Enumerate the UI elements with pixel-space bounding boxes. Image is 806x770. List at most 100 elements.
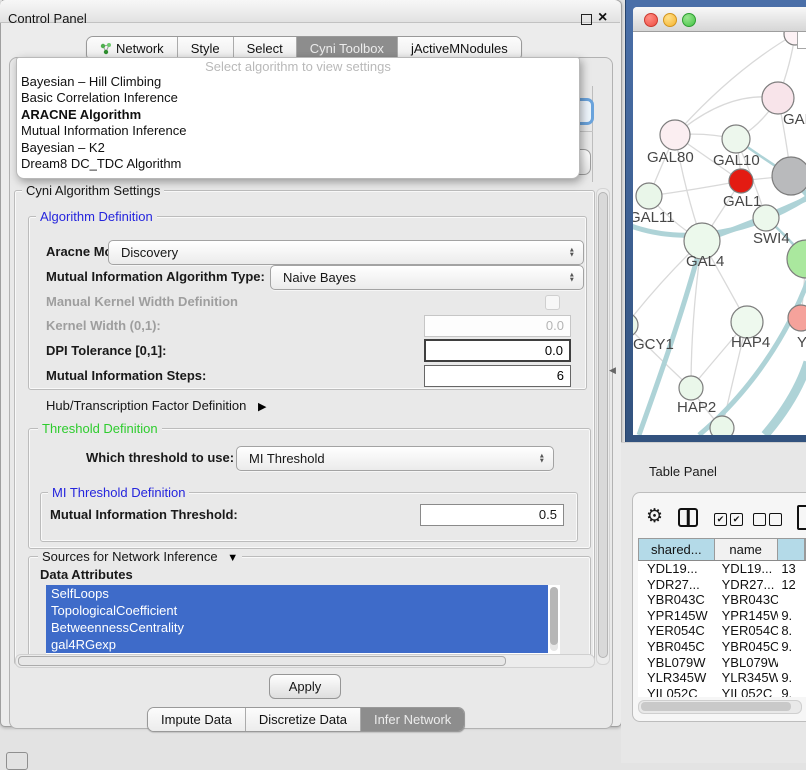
table-cell: YLR345W (715, 670, 779, 686)
combo-spinner-icon: ▲▼ (539, 453, 545, 464)
dpi-tolerance-field[interactable]: 0.0 (424, 339, 571, 362)
node-gal11-label: GAL11 (633, 209, 675, 226)
table-row[interactable]: YLR345WYLR345W9. (638, 670, 806, 686)
attribute-item-gal4rgexp[interactable]: gal4RGexp (46, 636, 548, 653)
node-salmon[interactable] (788, 305, 806, 331)
tab-impute-data[interactable]: Impute Data (148, 708, 246, 731)
scrollbar-thumb[interactable] (18, 656, 506, 666)
table-row[interactable]: YBR045CYBR045C9. (638, 639, 806, 655)
kernel-width-label: Kernel Width (0,1): (46, 315, 161, 337)
table-horizontal-scrollbar[interactable] (638, 700, 802, 714)
tab-infer-network[interactable]: Infer Network (361, 708, 464, 731)
attribute-item-topologicalcoefficient[interactable]: TopologicalCoefficient (46, 602, 548, 619)
column-header-shared-[interactable]: shared... (639, 539, 715, 560)
node-gal10[interactable] (722, 125, 750, 153)
scrollbar-thumb[interactable] (598, 192, 608, 658)
bottom-left-widget-fragment[interactable] (6, 752, 28, 770)
network-edge[interactable] (633, 325, 691, 388)
list-scrollbar[interactable] (550, 587, 558, 651)
algorithm-dropdown-placeholder: Select algorithm to view settings (17, 59, 579, 74)
node-bottom[interactable] (710, 416, 734, 435)
cyni-mode-tabbar: Impute DataDiscretize Data Infer Network (147, 707, 465, 732)
column-header-name[interactable]: name (715, 539, 778, 560)
scrollbar-thumb[interactable] (550, 587, 558, 645)
hub-definition-toggle[interactable]: Hub/Transcription Factor Definition ▶ (46, 396, 266, 417)
data-attributes-label: Data Attributes (40, 566, 133, 584)
column-header-2[interactable] (778, 539, 805, 560)
attribute-item-selfloops[interactable]: SelfLoops (46, 585, 548, 602)
attribute-item-betweennesscentrality[interactable]: BetweennessCentrality (46, 619, 548, 636)
network-edge[interactable] (765, 362, 806, 435)
table-row[interactable]: YBL079WYBL079W (638, 655, 806, 671)
node-gcy1[interactable] (633, 313, 638, 337)
node-gal11[interactable] (636, 183, 662, 209)
deselect-all-checkbox-icon[interactable] (769, 513, 782, 526)
table-row[interactable]: YPR145WYPR145W9. (638, 608, 806, 624)
table-row[interactable]: YIL052CYIL052C9. (638, 686, 806, 697)
tab-discretize-data[interactable]: Discretize Data (246, 708, 361, 731)
close-icon[interactable]: × (598, 9, 607, 27)
control-panel-titlebar[interactable] (0, 0, 620, 23)
table-cell: YBR043C (715, 592, 779, 608)
mi-steps-field[interactable]: 6 (424, 365, 571, 387)
algorithm-dropdown-popup: Select algorithm to view settings Bayesi… (16, 57, 580, 179)
table-cell: 13 (778, 561, 806, 577)
node-gal2[interactable] (762, 82, 794, 114)
algorithm-option-aracne-algorithm[interactable]: ARACNE Algorithm (17, 107, 577, 123)
network-window-titlebar[interactable] (633, 7, 806, 32)
float-window-icon[interactable] (581, 14, 592, 25)
sources-title-label: Sources for Network Inference (42, 549, 218, 564)
node-green-big[interactable] (787, 240, 806, 278)
node-attribute-table[interactable]: shared...name YDL19...YDL19...13YDR27...… (638, 538, 806, 561)
table-row[interactable]: YDL19...YDL19...13 (638, 561, 806, 577)
scrollbar-thumb[interactable] (641, 702, 791, 711)
algorithm-option-basic-correlation-inference[interactable]: Basic Correlation Inference (17, 90, 577, 106)
data-attributes-list[interactable]: SelfLoopsTopologicalCoefficientBetweenne… (46, 585, 560, 656)
table-cell: YBL079W (638, 655, 715, 671)
select-all-checkbox-icon[interactable]: ✔ (730, 513, 743, 526)
settings-vertical-scrollbar[interactable] (596, 188, 610, 665)
split-columns-icon[interactable] (678, 508, 698, 527)
algorithm-option-bayesian-k2[interactable]: Bayesian – K2 (17, 140, 577, 156)
node-gal80[interactable] (660, 120, 690, 150)
table-cell: YBR043C (638, 592, 715, 608)
document-icon[interactable] (797, 505, 806, 530)
table-row[interactable]: YBR043CYBR043C (638, 592, 806, 608)
close-traffic-light[interactable] (644, 13, 658, 27)
node-gray[interactable] (772, 157, 806, 195)
tab-infer-network-label: Infer Network (374, 708, 451, 731)
select-all-checkbox-icon[interactable]: ✔ (714, 513, 727, 526)
node-hap2[interactable] (679, 376, 703, 400)
zoom-traffic-light[interactable] (682, 13, 696, 27)
mi-type-combobox[interactable]: Naive Bayes ▲▼ (270, 265, 584, 290)
sources-group-title[interactable]: Sources for Network Inference ▼ (38, 549, 242, 564)
network-scrollbar-fragment[interactable] (797, 32, 806, 49)
apply-button[interactable]: Apply (269, 674, 341, 699)
manual-kernel-checkbox[interactable] (545, 295, 560, 310)
settings-horizontal-scrollbar[interactable] (15, 654, 595, 668)
node-gal2-label: GAL (783, 111, 806, 128)
table-row[interactable]: YER054CYER054C8. (638, 623, 806, 639)
table-body[interactable]: YDL19...YDL19...13YDR27...YDR27...12YBR0… (638, 561, 806, 697)
node-hap2-label: HAP2 (677, 399, 716, 416)
algorithm-option-bayesian-hill-climbing[interactable]: Bayesian – Hill Climbing (17, 74, 577, 90)
network-graph[interactable]: GALGAL80GAL10GAL1GAL11SWI4GAL4GCY1HAP4YH… (633, 32, 806, 435)
expanded-arrow-icon[interactable]: ▼ (227, 552, 238, 564)
minimize-traffic-light[interactable] (663, 13, 677, 27)
table-row[interactable]: YDR27...YDR27...12 (638, 577, 806, 593)
mi-threshold-field[interactable]: 0.5 (420, 504, 564, 526)
algorithm-option-mutual-information-inference[interactable]: Mutual Information Inference (17, 123, 577, 139)
node-gal1[interactable] (729, 169, 753, 193)
node-salmon-label: Y (797, 334, 806, 351)
which-threshold-value: MI Threshold (249, 451, 325, 466)
collapsed-arrow-icon[interactable]: ▶ (258, 401, 266, 413)
panel-splitter-arrow[interactable]: ◀ (609, 365, 616, 376)
gear-icon[interactable]: ⚙ (646, 505, 663, 528)
algorithm-option-dream8-dc-tdc-algorithm[interactable]: Dream8 DC_TDC Algorithm (17, 156, 577, 172)
aracne-mode-combobox[interactable]: Discovery ▲▼ (108, 240, 584, 265)
kernel-width-field[interactable]: 0.0 (424, 315, 571, 337)
deselect-all-checkbox-icon[interactable] (753, 513, 766, 526)
which-threshold-combobox[interactable]: MI Threshold ▲▼ (236, 446, 554, 471)
table-header-row[interactable]: shared...name (638, 538, 806, 561)
network-canvas[interactable]: GALGAL80GAL10GAL1GAL11SWI4GAL4GCY1HAP4YH… (633, 32, 806, 435)
